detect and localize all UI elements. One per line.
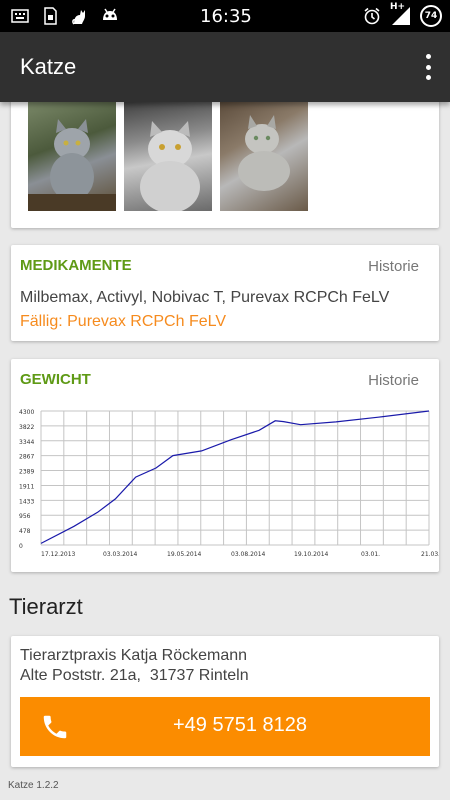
medications-card: MEDIKAMENTE Historie Milbemax, Activyl, …	[11, 245, 439, 341]
y-tick-label: 0	[19, 543, 23, 550]
call-vet-button[interactable]: +49 5751 8128	[20, 697, 430, 756]
weight-title: GEWICHT	[20, 371, 91, 388]
x-tick-label: 03.01.	[361, 551, 380, 558]
y-tick-label: 3344	[19, 439, 34, 446]
medications-due: Fällig: Purevax RCPCh FeLV	[20, 313, 226, 330]
status-time: 16:35	[200, 6, 252, 27]
sim-icon	[44, 7, 57, 25]
vet-address: Alte Poststr. 21a, 31737 Rinteln	[20, 667, 249, 684]
status-bar: 16:35 H+ 74	[0, 0, 450, 32]
keyboard-icon	[11, 9, 29, 23]
y-tick-label: 4300	[19, 409, 34, 416]
cat-photo-3[interactable]	[220, 99, 308, 211]
cat-photo-1[interactable]	[28, 99, 116, 211]
medications-title: MEDIKAMENTE	[20, 257, 132, 274]
weight-chart: 0 478 956 1433 1911 2389 2867 3344 3822 4300 17.12…	[19, 409, 439, 558]
y-tick-label: 1433	[19, 498, 34, 505]
photos-card	[11, 95, 439, 228]
android-icon	[103, 8, 117, 20]
network-type: H+	[390, 2, 406, 12]
vet-card: Tierarztpraxis Katja Röckemann Alte Post…	[11, 636, 439, 767]
more-vert-icon[interactable]	[424, 54, 432, 80]
app-title: Katze	[20, 54, 77, 79]
vet-section-title: Tierarzt	[9, 594, 83, 619]
y-tick-label: 3822	[19, 424, 34, 431]
x-tick-label: 21.03.	[421, 551, 439, 558]
y-tick-label: 1911	[19, 483, 34, 490]
y-tick-label: 478	[19, 528, 31, 535]
signal-icon: H+	[390, 2, 412, 27]
weight-history-link[interactable]: Historie	[368, 372, 419, 389]
x-tick-label: 03.08.2014	[231, 551, 266, 558]
cat-icon	[72, 10, 85, 25]
app-version: Katze 1.2.2	[8, 780, 59, 791]
x-tick-label: 19.10.2014	[294, 551, 329, 558]
medications-history-link[interactable]: Historie	[368, 258, 419, 275]
y-tick-label: 956	[19, 513, 31, 520]
cat-photo-2[interactable]	[124, 99, 212, 211]
medications-list: Milbemax, Activyl, Nobivac T, Purevax RC…	[20, 289, 390, 306]
alarm-icon	[364, 7, 380, 25]
battery-icon: 74	[420, 5, 442, 27]
y-tick-label: 2389	[19, 469, 34, 476]
x-tick-label: 03.03.2014	[103, 551, 138, 558]
x-tick-label: 19.05.2014	[167, 551, 202, 558]
weight-series-line	[40, 410, 430, 544]
y-tick-label: 2867	[19, 454, 34, 461]
app-bar: Katze	[0, 32, 450, 102]
weight-card: GEWICHT Historie 0 478 956 1433 1911 2389 2867…	[11, 359, 439, 572]
x-tick-label: 17.12.2013	[41, 551, 76, 558]
vet-name: Tierarztpraxis Katja Röckemann	[20, 647, 248, 664]
phone-number: +49 5751 8128	[172, 714, 308, 736]
